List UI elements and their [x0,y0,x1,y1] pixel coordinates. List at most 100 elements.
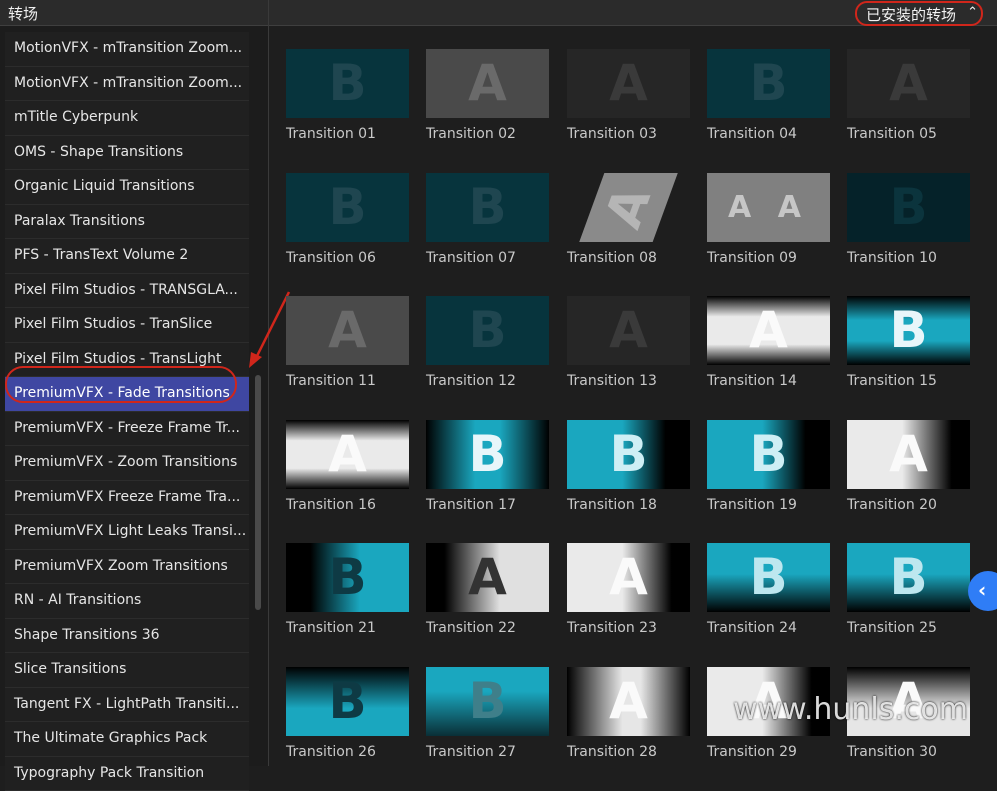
watermark: www.hunls.com [733,692,968,727]
thumbnail-preview: A [847,420,970,489]
sidebar-item[interactable]: Slice Transitions [5,653,249,688]
sidebar-item[interactable]: PremiumVFX Light Leaks Transi... [5,515,249,550]
chevron-left-icon: ‹ [978,578,986,602]
thumbnail-preview: B [426,420,549,489]
transition-thumbnail[interactable]: B [286,543,409,612]
transition-thumbnail[interactable]: B [286,667,409,736]
transition-label: Transition 03 [567,126,697,142]
sidebar-item[interactable]: Pixel Film Studios - TranSlice [5,308,249,343]
transition-label: Transition 15 [847,373,977,389]
selected-item-highlight-ring [5,366,237,403]
transition-thumbnail[interactable]: A [847,49,970,118]
sidebar-item[interactable]: Tangent FX - LightPath Transiti... [5,688,249,723]
thumbnail-preview: A [707,296,830,365]
transition-label: Transition 14 [707,373,837,389]
sidebar-item[interactable]: PremiumVFX - Freeze Frame Tr... [5,412,249,447]
sidebar-item[interactable]: mTitle Cyberpunk [5,101,249,136]
transition-label: Transition 19 [707,497,837,513]
transition-thumbnail[interactable]: B [426,667,549,736]
transition-label: Transition 10 [847,250,977,266]
transition-thumbnail[interactable]: B [426,420,549,489]
thumbnail-preview: A [567,667,690,736]
thumbnail-preview: B [286,667,409,736]
transition-thumbnail[interactable]: A A A [707,173,830,242]
transition-label: Transition 16 [286,497,416,513]
thumbnail-preview: A [286,296,409,365]
transition-thumbnail[interactable]: B [847,173,970,242]
sidebar-scrollbar[interactable] [255,375,261,610]
transition-thumbnail[interactable]: A [847,420,970,489]
sidebar-item[interactable]: The Ultimate Graphics Pack [5,722,249,757]
sidebar-item[interactable]: Typography Pack Transition [5,757,249,791]
sidebar-item[interactable]: PremiumVFX - Zoom Transitions [5,446,249,481]
transition-thumbnail[interactable]: B [426,173,549,242]
thumbnail-preview: B [286,543,409,612]
transition-thumbnail[interactable]: A [426,543,549,612]
sidebar-item[interactable]: PremiumVFX Freeze Frame Tra... [5,481,249,516]
transition-thumbnail[interactable]: B [426,296,549,365]
transition-label: Transition 27 [426,744,556,760]
transition-label: Transition 06 [286,250,416,266]
thumbnail-preview: A [286,420,409,489]
sidebar-item[interactable]: PFS - TransText Volume 2 [5,239,249,274]
transition-thumbnail[interactable]: A [567,543,690,612]
transition-label: Transition 18 [567,497,697,513]
transition-thumbnail[interactable]: B [707,420,830,489]
thumbnail-preview: B [426,173,549,242]
transition-label: Transition 07 [426,250,556,266]
thumbnail-preview: A [426,543,549,612]
transition-label: Transition 17 [426,497,556,513]
transition-label: Transition 09 [707,250,837,266]
chevron-updown-icon: ⌃ [967,5,978,20]
collapse-panel-button[interactable]: ‹ [968,571,997,611]
installed-transitions-label: 已安装的转场 [866,4,956,25]
transition-label: Transition 23 [567,620,697,636]
transition-label: Transition 26 [286,744,416,760]
installed-transitions-dropdown[interactable]: 已安装的转场 ⌃ [855,1,983,26]
transition-thumbnail[interactable]: B [707,49,830,118]
transition-thumbnail[interactable]: B [567,420,690,489]
transition-thumbnail[interactable]: A [567,667,690,736]
thumbnail-preview: B [707,543,830,612]
transition-thumbnail[interactable]: A [707,296,830,365]
transition-label: Transition 12 [426,373,556,389]
transition-thumbnail[interactable]: A [286,296,409,365]
thumbnail-preview: A [567,296,690,365]
sidebar-item[interactable]: PremiumVFX Zoom Transitions [5,550,249,585]
category-list: MotionVFX - mTransition Zoom...MotionVFX… [5,32,249,791]
transition-thumbnail[interactable]: A [567,49,690,118]
transition-thumbnail[interactable]: A [567,296,690,365]
thumbnail-preview: A [575,173,682,242]
transition-thumbnail[interactable]: B [286,173,409,242]
transition-thumbnail[interactable]: A [426,49,549,118]
thumbnail-preview: A [847,49,970,118]
sidebar-item[interactable]: Pixel Film Studios - TRANSGLA... [5,274,249,309]
thumbnail-preview: B [286,173,409,242]
sidebar-item[interactable]: Shape Transitions 36 [5,619,249,654]
transition-thumbnail[interactable]: B [847,296,970,365]
thumbnail-preview: B [847,173,970,242]
transition-thumbnail[interactable]: B [847,543,970,612]
transition-label: Transition 25 [847,620,977,636]
thumbnail-preview: A [567,543,690,612]
transition-label: Transition 13 [567,373,697,389]
sidebar-item[interactable]: RN - AI Transitions [5,584,249,619]
sidebar-item[interactable]: MotionVFX - mTransition Zoom... [5,67,249,102]
transition-label: Transition 01 [286,126,416,142]
transition-label: Transition 08 [567,250,697,266]
transition-label: Transition 28 [567,744,697,760]
transition-thumbnail[interactable]: A [567,173,690,242]
thumbnail-preview: B [707,49,830,118]
transition-label: Transition 20 [847,497,977,513]
sidebar-item[interactable]: OMS - Shape Transitions [5,136,249,171]
transition-label: Transition 21 [286,620,416,636]
thumbnail-preview: B [847,296,970,365]
sidebar-item[interactable]: Organic Liquid Transitions [5,170,249,205]
sidebar-item[interactable]: MotionVFX - mTransition Zoom... [5,32,249,67]
transition-thumbnail[interactable]: A [286,420,409,489]
transition-thumbnail[interactable]: B [707,543,830,612]
thumbnail-preview: A [567,49,690,118]
transition-thumbnail[interactable]: B [286,49,409,118]
transition-label: Transition 22 [426,620,556,636]
sidebar-item[interactable]: Paralax Transitions [5,205,249,240]
